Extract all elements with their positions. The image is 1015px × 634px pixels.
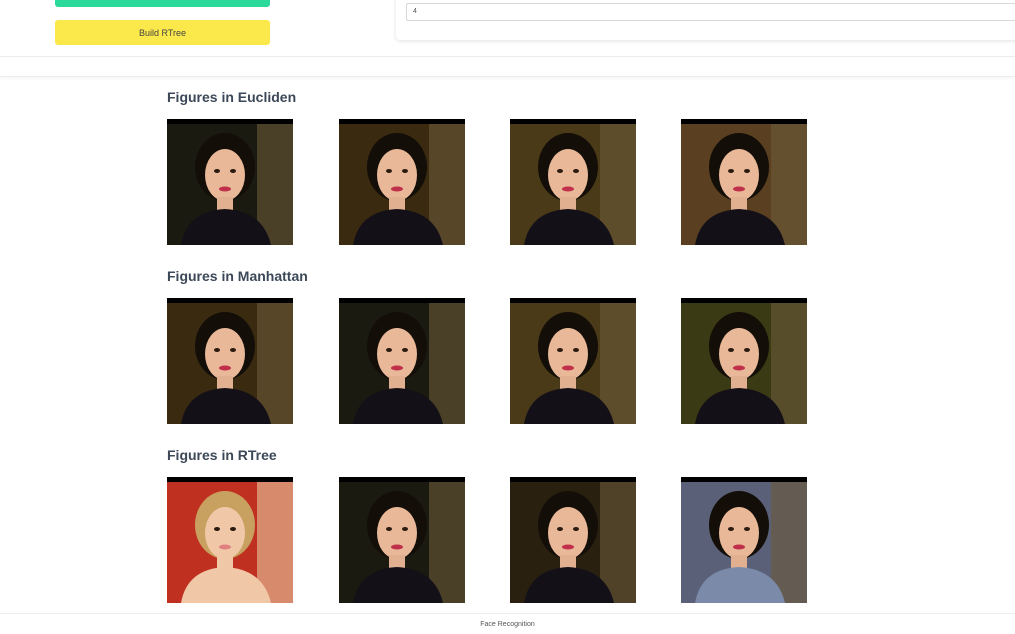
face-image [339,119,465,245]
toolbar-divider [0,58,1015,77]
face-thumbnail [681,119,807,245]
k-input-card: 4 [396,0,1015,40]
face-thumbnail [510,298,636,424]
section-title-manhattan: Figures in Manhattan [167,268,308,284]
face-thumbnail [167,477,293,603]
face-image [510,477,636,603]
face-thumbnail [339,298,465,424]
face-thumbnail [681,298,807,424]
footer: Face Recognition [0,613,1015,634]
build-rtree-button[interactable]: Build RTree [55,20,270,45]
face-thumbnail [510,119,636,245]
face-image [510,119,636,245]
face-thumbnail [339,119,465,245]
face-thumbnail [167,119,293,245]
face-image [510,298,636,424]
face-image [167,298,293,424]
face-image [339,477,465,603]
search-button[interactable] [55,0,270,7]
section-title-rtree: Figures in RTree [167,447,277,463]
face-thumbnail [510,477,636,603]
face-image [167,477,293,603]
face-thumbnail [339,477,465,603]
face-thumbnail [167,298,293,424]
face-image [339,298,465,424]
k-value-input[interactable]: 4 [406,3,1015,21]
face-image [681,119,807,245]
face-image [167,119,293,245]
section-title-eucliden: Figures in Eucliden [167,89,297,105]
face-thumbnail [681,477,807,603]
controls-panel: Build RTree 4 [0,0,1015,57]
face-image [681,298,807,424]
face-image [681,477,807,603]
